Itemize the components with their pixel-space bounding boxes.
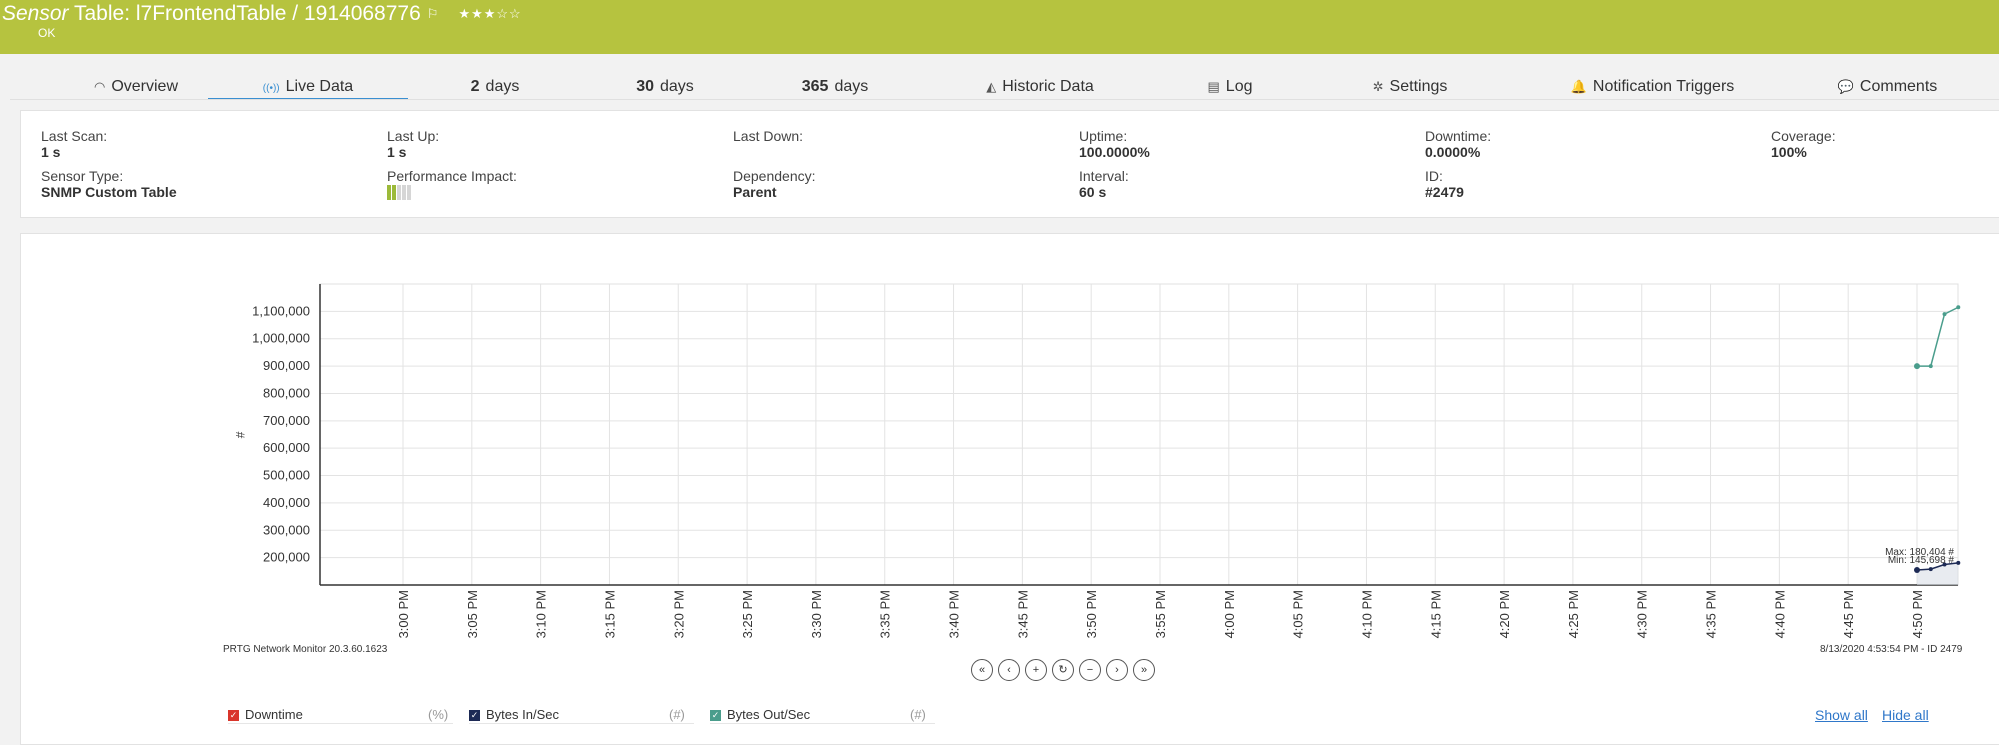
zoom-in-icon[interactable]: + [1025,659,1047,681]
data-point [1956,560,1961,565]
x-tick-label: 3:50 PM [1084,590,1099,638]
y-tick-label: 1,000,000 [252,331,310,346]
chart-footer-timestamp: 8/13/2020 4:53:54 PM - ID 2479 [1820,644,1963,655]
y-tick-label: 800,000 [263,385,310,400]
y-tick-label: 600,000 [263,440,310,455]
data-point [1914,566,1920,573]
x-tick-label: 4:45 PM [1841,590,1856,638]
legend-item-downtime[interactable]: ✓ Downtime (%) [228,707,453,727]
x-tick-label: 4:05 PM [1291,590,1306,638]
data-point [1914,363,1920,370]
x-tick-label: 3:30 PM [809,590,824,638]
x-tick-label: 4:50 PM [1910,590,1925,638]
y-tick-label: 400,000 [263,495,310,510]
data-point [1928,364,1933,369]
y-tick-label: 700,000 [263,413,310,428]
x-tick-label: 4:35 PM [1704,590,1719,638]
reset-icon[interactable]: ↻ [1052,659,1074,681]
x-tick-label: 3:55 PM [1153,590,1168,638]
x-tick-label: 3:10 PM [534,590,549,638]
x-tick-label: 3:05 PM [465,590,480,638]
zoom-out-icon[interactable]: − [1079,659,1101,681]
x-tick-label: 3:20 PM [671,590,686,638]
y-tick-label: 200,000 [263,550,310,565]
min-annotation: Min: 145,698 # [1888,555,1955,566]
x-tick-label: 4:15 PM [1428,590,1443,638]
checkbox-icon[interactable]: ✓ [469,710,480,722]
x-tick-label: 4:40 PM [1772,590,1787,638]
legend-item-bytes-in[interactable]: ✓ Bytes In/Sec (#) [469,707,694,727]
x-tick-label: 4:20 PM [1497,590,1512,638]
data-point [1942,312,1947,317]
checkbox-icon[interactable]: ✓ [710,710,721,722]
x-tick-label: 3:45 PM [1015,590,1030,638]
y-tick-label: 300,000 [263,522,310,537]
x-tick-label: 4:00 PM [1222,590,1237,638]
x-tick-label: 3:15 PM [602,590,617,638]
first-icon[interactable]: « [971,659,993,681]
x-tick-label: 3:00 PM [396,590,411,638]
legend-item-bytes-out[interactable]: ✓ Bytes Out/Sec (#) [710,707,935,727]
data-point [1956,305,1961,310]
checkbox-icon[interactable]: ✓ [228,710,239,722]
data-point [1928,567,1933,572]
x-tick-label: 4:30 PM [1635,590,1650,638]
x-tick-label: 4:10 PM [1359,590,1374,638]
x-tick-label: 3:35 PM [878,590,893,638]
chart-footer-version: PRTG Network Monitor 20.3.60.1623 [223,644,388,655]
y-tick-label: 900,000 [263,358,310,373]
y-axis-label: # [233,432,247,439]
live-data-chart[interactable]: 200,000 300,000 400,000 500,000 600,000 700,0… [0,0,1999,743]
x-tick-label: 3:40 PM [947,590,962,638]
plot-area [319,283,1959,586]
last-icon[interactable]: » [1133,659,1155,681]
x-tick-label: 3:25 PM [740,590,755,638]
chart-nav-buttons: «‹ + ↻ − ›» [971,659,1160,681]
y-tick-label: 500,000 [263,468,310,483]
show-all-link[interactable]: Show all [1815,707,1868,723]
prev-icon[interactable]: ‹ [998,659,1020,681]
y-tick-label: 1,100,000 [252,303,310,318]
next-icon[interactable]: › [1106,659,1128,681]
x-tick-label: 4:25 PM [1566,590,1581,638]
hide-all-link[interactable]: Hide all [1882,707,1929,723]
